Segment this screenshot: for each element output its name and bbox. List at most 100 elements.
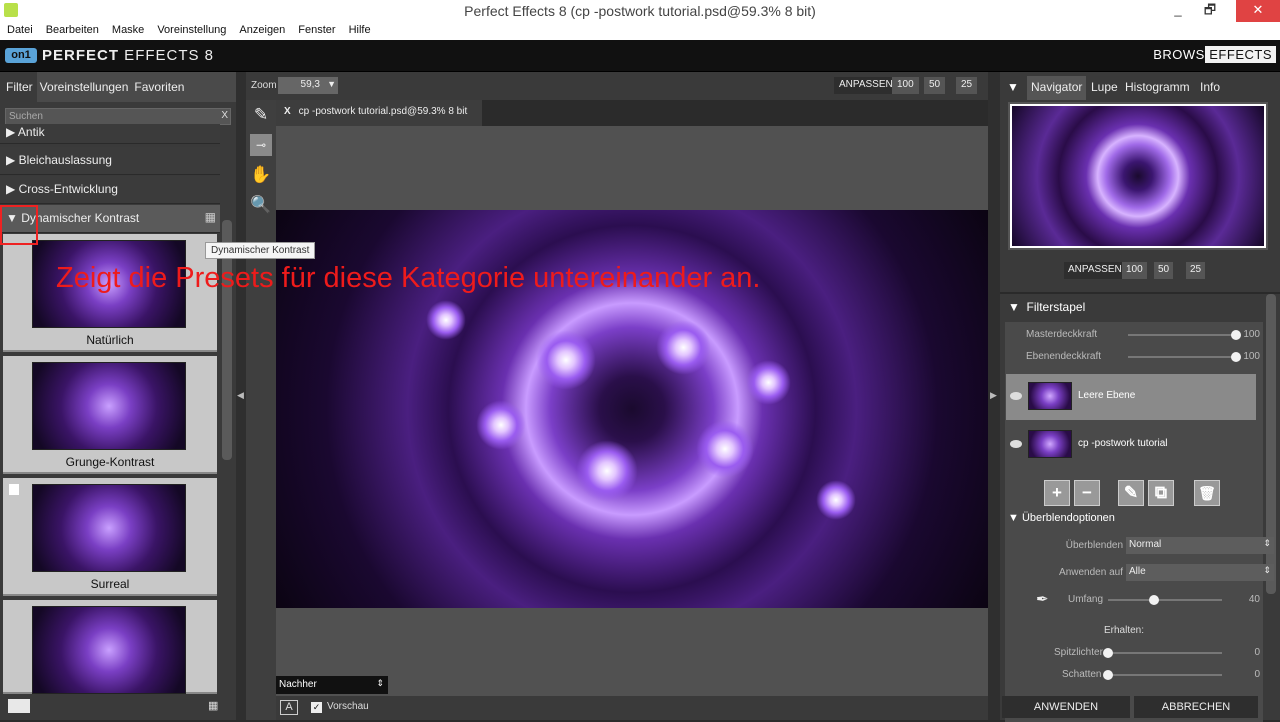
- slider-knob[interactable]: [1103, 648, 1113, 658]
- blend-mode-select[interactable]: Normal ⇕: [1126, 537, 1274, 554]
- image-detail: [816, 480, 856, 520]
- remove-layer-button[interactable]: −: [1074, 480, 1100, 506]
- brand-name-bold: PERFECT: [42, 47, 120, 64]
- restore-button[interactable]: 🗗: [1196, 0, 1224, 22]
- slider-track: [1108, 599, 1222, 601]
- flag-icon[interactable]: [9, 484, 19, 495]
- menu-maske[interactable]: Maske: [105, 22, 150, 36]
- brand-name-rest: EFFECTS 8: [119, 47, 215, 64]
- edit-layer-button[interactable]: ✎: [1118, 480, 1144, 506]
- tab-info[interactable]: Info: [1200, 80, 1220, 94]
- collapse-left-icon[interactable]: ◀: [237, 390, 244, 401]
- umfang-slider[interactable]: Umfang 40: [1020, 592, 1260, 608]
- layer-row[interactable]: Leere Ebene: [1006, 374, 1256, 420]
- left-collapse-bar[interactable]: ◀: [236, 72, 246, 720]
- tab-favoriten[interactable]: Favoriten: [131, 72, 187, 94]
- slider-knob[interactable]: [1103, 670, 1113, 680]
- zoom-value: 59,3: [300, 79, 320, 90]
- category-label: Cross-Entwicklung: [18, 182, 118, 196]
- tab-filter[interactable]: Filter: [0, 72, 37, 102]
- filterstapel-header[interactable]: ▼ Filterstapel: [1008, 300, 1085, 314]
- right-panel: ▼ Navigator Lupe Histogramm Info ANPASSE…: [1000, 72, 1280, 722]
- cancel-button[interactable]: ABBRECHEN: [1134, 696, 1258, 718]
- add-layer-button[interactable]: +: [1044, 480, 1070, 506]
- category-cross-entwicklung[interactable]: ▶ Cross-Entwicklung: [0, 176, 220, 204]
- layer-opacity-slider[interactable]: Ebenendeckkraft 100: [1020, 349, 1260, 365]
- category-antik[interactable]: ▶ Antik: [0, 124, 220, 144]
- menu-voreinstellung[interactable]: Voreinstellung: [150, 22, 232, 36]
- navigator-box: [1008, 102, 1268, 250]
- nav-25-button[interactable]: 25: [1186, 262, 1206, 279]
- preset-thumbnail: [32, 484, 186, 572]
- canvas-bottom-bar: A ✓ Vorschau: [276, 696, 988, 720]
- single-view-icon[interactable]: [8, 699, 30, 713]
- before-after-select[interactable]: Nachher ⇕: [276, 676, 388, 694]
- tab-navigator[interactable]: Navigator: [1027, 76, 1087, 100]
- slider-track: [1128, 356, 1236, 358]
- zoom-100-button[interactable]: 100: [892, 77, 919, 94]
- slider-knob[interactable]: [1231, 352, 1241, 362]
- close-button[interactable]: ✕: [1236, 0, 1280, 22]
- category-bleichauslassung[interactable]: ▶ Bleichauslassung: [0, 147, 220, 175]
- tab-lupe[interactable]: Lupe: [1091, 80, 1118, 94]
- menu-fenster[interactable]: Fenster: [291, 22, 341, 36]
- masking-icon[interactable]: ⊸: [250, 134, 272, 156]
- master-opacity-slider[interactable]: Masterdeckkraft 100: [1020, 327, 1260, 343]
- slider-knob[interactable]: [1148, 595, 1159, 605]
- brush-icon[interactable]: ✎: [250, 104, 272, 126]
- preset-tile[interactable]: Grunge-Kontrast: [3, 356, 217, 474]
- nav-fit-button[interactable]: ANPASSEN: [1064, 262, 1126, 279]
- collapse-triangle-icon[interactable]: ▼: [1007, 80, 1019, 94]
- image-detail: [746, 360, 791, 405]
- preview-checkbox[interactable]: ✓: [311, 702, 322, 713]
- close-document-icon[interactable]: X: [284, 106, 291, 117]
- blend-mode-row: Überblenden Normal ⇕: [1020, 537, 1274, 555]
- menu-anzeigen[interactable]: Anzeigen: [232, 22, 291, 36]
- slider-knob[interactable]: [1231, 330, 1241, 340]
- apply-button[interactable]: ANWENDEN: [1002, 696, 1130, 718]
- updown-icon: ⇕: [1263, 538, 1271, 548]
- tab-voreinstellungen[interactable]: Voreinstellungen: [37, 72, 132, 94]
- menu-datei[interactable]: Datei: [0, 22, 39, 36]
- minimize-button[interactable]: _: [1164, 0, 1192, 22]
- eye-icon[interactable]: [1010, 440, 1022, 448]
- trash-icon[interactable]: 🗑: [1194, 480, 1220, 506]
- grid-view-icon[interactable]: ▦: [205, 210, 216, 224]
- search-clear-button[interactable]: X: [221, 110, 228, 121]
- zoom-25-button[interactable]: 25: [956, 77, 978, 94]
- eye-icon[interactable]: [1010, 392, 1022, 400]
- zoom-50-button[interactable]: 50: [924, 77, 946, 94]
- search-input[interactable]: Suchen X: [5, 108, 231, 125]
- window-title: Perfect Effects 8 (cp -postwork tutorial…: [464, 3, 816, 19]
- preset-tile[interactable]: Surreal: [3, 478, 217, 596]
- collapse-right-icon[interactable]: ▶: [990, 390, 997, 401]
- fit-button[interactable]: ANPASSEN: [834, 77, 898, 94]
- menu-bearbeiten[interactable]: Bearbeiten: [39, 22, 105, 36]
- blend-options-header[interactable]: ▼ Überblendoptionen: [1008, 512, 1115, 524]
- navigator-thumbnail[interactable]: [1010, 104, 1266, 248]
- zoom-field[interactable]: 59,3 ▼: [278, 77, 338, 94]
- on1-logo: on1: [5, 48, 37, 63]
- shadows-label: Schatten: [1062, 669, 1102, 680]
- highlights-slider[interactable]: Spitzlichter 0: [1020, 645, 1260, 661]
- nav-50-button[interactable]: 50: [1154, 262, 1174, 279]
- grid-view-icon[interactable]: ▦: [208, 699, 230, 713]
- apply-to-select[interactable]: Alle ⇕: [1126, 564, 1274, 581]
- image-detail: [576, 440, 638, 502]
- right-collapse-bar[interactable]: ▶: [988, 72, 1000, 720]
- tab-histogramm[interactable]: Histogramm: [1125, 80, 1190, 94]
- layer-thumbnail: [1028, 382, 1072, 410]
- layer-row[interactable]: cp -postwork tutorial: [1006, 422, 1256, 468]
- duplicate-layer-button[interactable]: ⧉: [1148, 480, 1174, 506]
- shadows-slider[interactable]: Schatten 0: [1020, 667, 1260, 683]
- menu-hilfe[interactable]: Hilfe: [342, 22, 377, 36]
- zoom-icon[interactable]: 🔍: [250, 194, 272, 216]
- effects-button[interactable]: EFFECTS: [1205, 46, 1276, 63]
- compare-button[interactable]: A: [280, 700, 298, 715]
- chevron-down-icon: ▼: [327, 79, 336, 89]
- hand-icon[interactable]: ✋: [250, 164, 272, 186]
- document-tab[interactable]: Xcp -postwork tutorial.psd@59.3% 8 bit: [276, 100, 482, 126]
- preset-tile[interactable]: [3, 600, 217, 694]
- layer-opacity-label: Ebenendeckkraft: [1026, 351, 1102, 362]
- nav-100-button[interactable]: 100: [1122, 262, 1147, 279]
